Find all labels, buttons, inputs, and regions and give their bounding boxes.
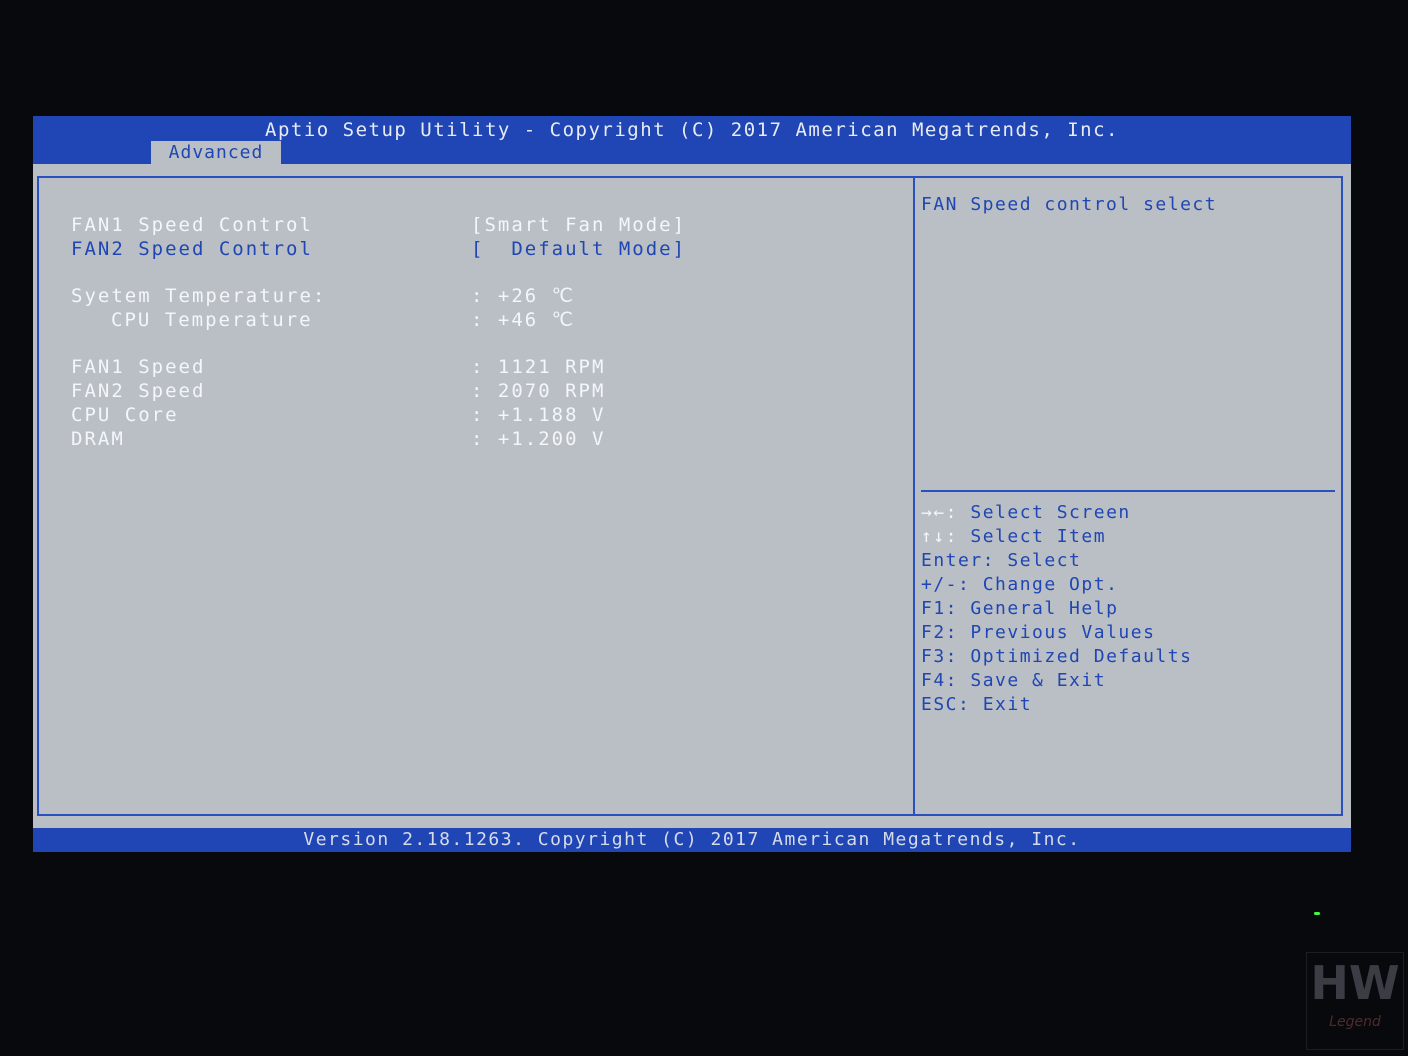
dram-label: DRAM [71,428,125,450]
fan1-speed-label: FAN1 Speed [71,356,206,378]
key-hint-optimized-defaults: F3: Optimized Defaults [921,646,1192,667]
help-description: FAN Speed control select [921,194,1218,215]
system-temperature-value: : +26 ℃ [471,285,575,307]
fan1-speed-control-label[interactable]: FAN1 Speed Control [71,214,313,236]
cpu-temperature-label: CPU Temperature [111,309,313,331]
footer-bar: Version 2.18.1263. Copyright (C) 2017 Am… [33,828,1351,852]
fan2-speed-control-label[interactable]: FAN2 Speed Control [71,238,313,260]
key-hint-general-help: F1: General Help [921,598,1118,619]
cpu-temperature-value: : +46 ℃ [471,309,575,331]
fan1-speed-control-value[interactable]: [Smart Fan Mode] [471,214,686,236]
key-hint-action: Select Screen [970,502,1131,523]
fan2-speed-label: FAN2 Speed [71,380,206,402]
key-hint-action: Previous Values [970,622,1156,643]
arrow-left-right-icon: →←: [921,502,959,523]
key-hint-key: ESC: [921,694,971,715]
key-hint-previous-values: F2: Previous Values [921,622,1155,643]
cpu-core-value: : +1.188 V [471,404,606,426]
key-hint-key: +/-: [921,574,971,595]
title-bar: Aptio Setup Utility - Copyright (C) 2017… [33,116,1351,164]
key-hint-action: Change Opt. [982,574,1119,595]
help-panel: FAN Speed control select →←: Select Scre… [913,176,1343,816]
key-hint-select-screen: →←: Select Screen [921,502,1131,523]
key-hint-key: F2: [921,622,959,643]
watermark-logo-subtext: Legend [1329,1014,1381,1030]
key-hint-enter: Enter: Select [921,550,1081,571]
key-hint-action: Optimized Defaults [970,646,1193,667]
key-hint-change-opt: +/-: Change Opt. [921,574,1118,595]
fan2-speed-value: : 2070 RPM [471,380,606,402]
watermark-logo: HW Legend [1306,952,1404,1050]
key-hint-key: F4: [921,670,959,691]
key-hint-key: F3: [921,646,959,667]
key-hint-action: Exit [982,694,1033,715]
watermark-logo-text: HW [1310,956,1400,1010]
system-temperature-label: Syetem Temperature: [71,285,327,307]
bios-screen: Aptio Setup Utility - Copyright (C) 2017… [33,116,1351,852]
fan1-speed-value: : 1121 RPM [471,356,606,378]
help-divider [921,490,1335,492]
key-hint-exit: ESC: Exit [921,694,1032,715]
key-hint-action: Select Item [970,526,1107,547]
power-led-icon [1314,912,1320,915]
key-hint-key: Enter: [921,550,996,571]
key-hint-save-exit: F4: Save & Exit [921,670,1106,691]
key-hint-select-item: ↑↓: Select Item [921,526,1106,547]
key-hint-key: F1: [921,598,959,619]
main-settings-panel: FAN1 Speed Control [Smart Fan Mode] FAN2… [37,176,915,816]
key-hint-action: Select [1007,550,1082,571]
version-text: Version 2.18.1263. Copyright (C) 2017 Am… [303,829,1081,850]
arrow-up-down-icon: ↑↓: [921,526,959,547]
cpu-core-label: CPU Core [71,404,179,426]
fan2-speed-control-value[interactable]: [ Default Mode] [471,238,686,260]
key-hint-action: General Help [970,598,1119,619]
dram-value: : +1.200 V [471,428,606,450]
title-text: Aptio Setup Utility - Copyright (C) 2017… [265,119,1119,141]
key-hint-action: Save & Exit [970,670,1107,691]
tab-advanced[interactable]: Advanced [151,141,281,164]
